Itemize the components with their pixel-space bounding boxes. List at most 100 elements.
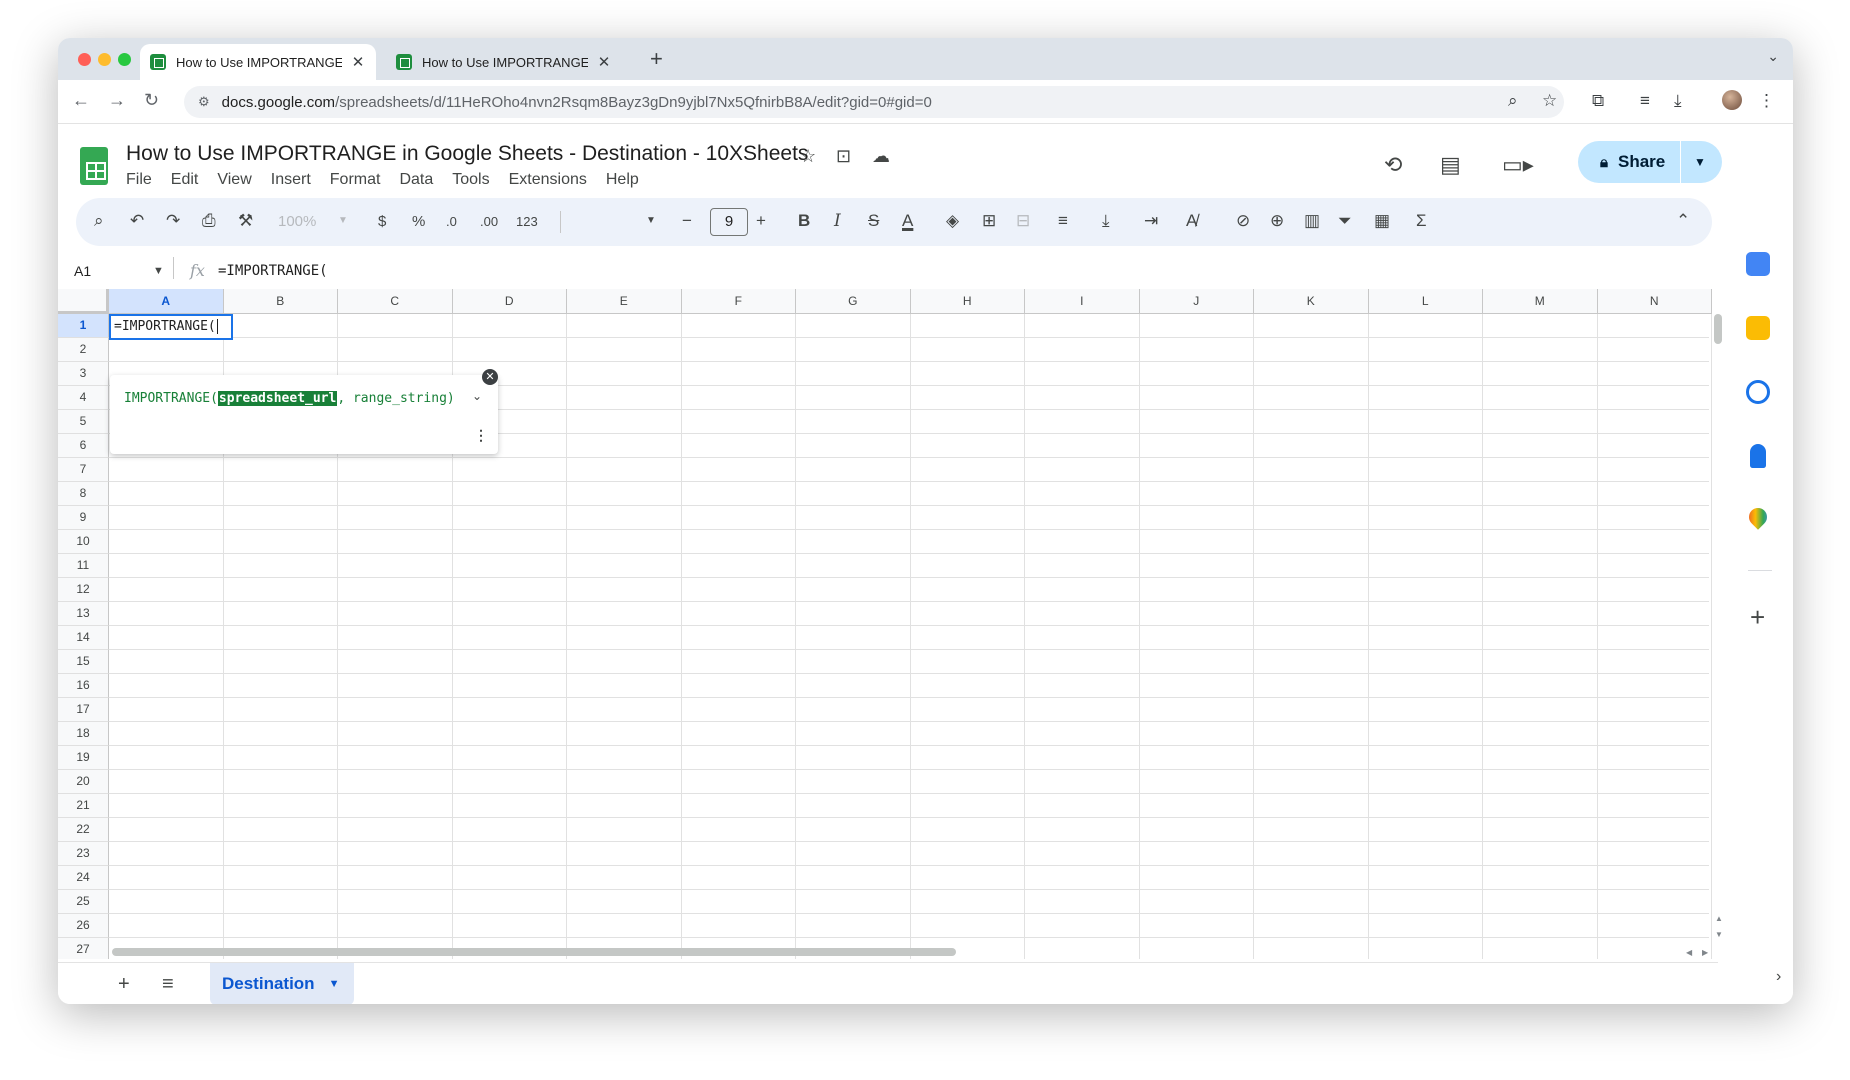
contacts-icon[interactable] [1750, 444, 1766, 468]
column-header-g[interactable]: G [796, 289, 911, 314]
media-queue-icon[interactable]: ≡ [1640, 91, 1650, 111]
zoom-select[interactable]: 100% [278, 213, 316, 230]
horizontal-scrollbar[interactable] [112, 948, 956, 956]
row-header-11[interactable]: 11 [58, 554, 109, 578]
row-header-21[interactable]: 21 [58, 794, 109, 818]
insert-chart-icon[interactable]: ▥ [1304, 211, 1320, 231]
zoom-icon[interactable]: ⌕ [1508, 91, 1518, 111]
functions-icon[interactable]: Σ [1416, 211, 1427, 231]
document-title[interactable]: How to Use IMPORTRANGE in Google Sheets … [126, 142, 808, 166]
star-icon[interactable]: ☆ [800, 146, 816, 167]
column-header-a[interactable]: A [109, 289, 224, 314]
row-header-23[interactable]: 23 [58, 842, 109, 866]
font-size-input[interactable]: 9 [710, 208, 748, 236]
scroll-down-arrow-icon[interactable]: ▼ [1715, 930, 1723, 939]
scroll-right-arrow-icon[interactable]: ▶ [1702, 948, 1708, 957]
row-header-4[interactable]: 4 [58, 386, 109, 410]
menu-help[interactable]: Help [606, 171, 639, 189]
row-header-16[interactable]: 16 [58, 674, 109, 698]
extensions-icon[interactable]: ⧉ [1592, 91, 1604, 111]
menu-view[interactable]: View [217, 171, 251, 189]
tab-search-chevron-icon[interactable]: ⌄ [1767, 48, 1779, 65]
function-signature[interactable]: IMPORTRANGE(spreadsheet_url, range_strin… [124, 391, 455, 406]
filter-views-icon[interactable]: ▦ [1374, 211, 1390, 231]
search-menus-icon[interactable]: ⌕ [94, 211, 104, 231]
row-header-10[interactable]: 10 [58, 530, 109, 554]
text-color-icon[interactable]: A [902, 211, 913, 231]
row-header-13[interactable]: 13 [58, 602, 109, 626]
row-header-22[interactable]: 22 [58, 818, 109, 842]
row-header-8[interactable]: 8 [58, 482, 109, 506]
print-icon[interactable]: ⎙ [202, 211, 216, 231]
row-header-7[interactable]: 7 [58, 458, 109, 482]
decrease-decimal-button[interactable]: .0 [446, 214, 457, 229]
formula-input[interactable]: =IMPORTRANGE( [218, 263, 328, 279]
bookmark-star-icon[interactable]: ☆ [1542, 91, 1557, 111]
active-cell-a1[interactable]: =IMPORTRANGE( [109, 314, 233, 340]
insert-comment-icon[interactable]: ⊕ [1270, 211, 1284, 231]
column-header-e[interactable]: E [567, 289, 682, 314]
row-header-17[interactable]: 17 [58, 698, 109, 722]
hide-side-panel-icon[interactable]: › [1776, 968, 1781, 986]
format-percent-button[interactable]: % [412, 213, 425, 230]
share-button[interactable]: 🔒︎ Share ▼ [1578, 141, 1722, 183]
vertical-scrollbar[interactable] [1714, 314, 1722, 344]
format-currency-button[interactable]: $ [378, 213, 386, 230]
column-header-i[interactable]: I [1025, 289, 1140, 314]
row-header-14[interactable]: 14 [58, 626, 109, 650]
scroll-left-arrow-icon[interactable]: ◀ [1686, 948, 1692, 957]
vertical-align-icon[interactable]: ⤓ [1102, 211, 1110, 231]
browser-profile-avatar[interactable] [1722, 90, 1742, 110]
column-header-b[interactable]: B [223, 289, 338, 314]
row-header-27[interactable]: 27 [58, 938, 109, 959]
download-icon[interactable]: ⤓ [1674, 91, 1682, 111]
new-tab-button[interactable]: + [650, 46, 663, 72]
collapse-toolbar-icon[interactable]: ⌃ [1676, 211, 1690, 231]
text-wrapping-icon[interactable]: ⇥ [1144, 211, 1158, 231]
row-header-19[interactable]: 19 [58, 746, 109, 770]
reload-icon[interactable]: ↻ [144, 90, 159, 111]
comments-icon[interactable]: ▤ [1440, 152, 1461, 178]
meet-video-icon[interactable]: ▭▸ [1502, 152, 1534, 178]
row-header-9[interactable]: 9 [58, 506, 109, 530]
close-suggestion-icon[interactable]: ✕ [482, 369, 498, 385]
menu-extensions[interactable]: Extensions [509, 171, 587, 189]
all-sheets-icon[interactable]: ≡ [162, 973, 174, 996]
sheet-tab-dropdown-icon[interactable]: ▼ [329, 978, 340, 990]
sheet-tab-destination[interactable]: Destination ▼ [210, 963, 354, 1004]
font-family-dropdown-icon[interactable]: ▼ [646, 215, 656, 226]
browser-tab-1[interactable]: How to Use IMPORTRANGE in ✕ [140, 44, 376, 80]
row-header-26[interactable]: 26 [58, 914, 109, 938]
version-history-icon[interactable]: ⟲ [1384, 152, 1402, 178]
bold-icon[interactable]: B [798, 211, 810, 231]
column-header-f[interactable]: F [681, 289, 796, 314]
increase-font-size-icon[interactable]: + [756, 211, 766, 231]
get-add-ons-icon[interactable]: + [1750, 602, 1765, 633]
column-header-h[interactable]: H [910, 289, 1025, 314]
row-header-24[interactable]: 24 [58, 866, 109, 890]
row-header-12[interactable]: 12 [58, 578, 109, 602]
row-header-20[interactable]: 20 [58, 770, 109, 794]
name-box-dropdown-icon[interactable]: ▼ [153, 265, 164, 277]
forward-arrow-icon[interactable]: → [108, 90, 126, 111]
strikethrough-icon[interactable]: S [868, 211, 879, 231]
select-all-corner[interactable] [58, 289, 109, 314]
name-box[interactable]: A1 [74, 263, 91, 279]
row-header-6[interactable]: 6 [58, 434, 109, 458]
url-bar[interactable]: ⚙ docs.google.com/spreadsheets/d/11HeROh… [184, 86, 1564, 118]
text-rotation-icon[interactable]: A̸ [1186, 211, 1197, 231]
menu-edit[interactable]: Edit [171, 171, 199, 189]
insert-link-icon[interactable]: ⊘ [1236, 211, 1250, 231]
menu-format[interactable]: Format [330, 171, 381, 189]
filter-icon[interactable]: ⏷ [1338, 211, 1352, 231]
row-header-18[interactable]: 18 [58, 722, 109, 746]
row-header-25[interactable]: 25 [58, 890, 109, 914]
tasks-icon[interactable] [1746, 380, 1770, 404]
increase-decimal-button[interactable]: .00 [480, 214, 498, 229]
row-header-5[interactable]: 5 [58, 410, 109, 434]
cloud-status-icon[interactable]: ☁ [872, 146, 890, 167]
borders-icon[interactable]: ⊞ [982, 211, 996, 231]
close-window-button[interactable] [78, 53, 91, 66]
maximize-window-button[interactable] [118, 53, 131, 66]
site-settings-icon[interactable]: ⚙ [198, 94, 210, 110]
